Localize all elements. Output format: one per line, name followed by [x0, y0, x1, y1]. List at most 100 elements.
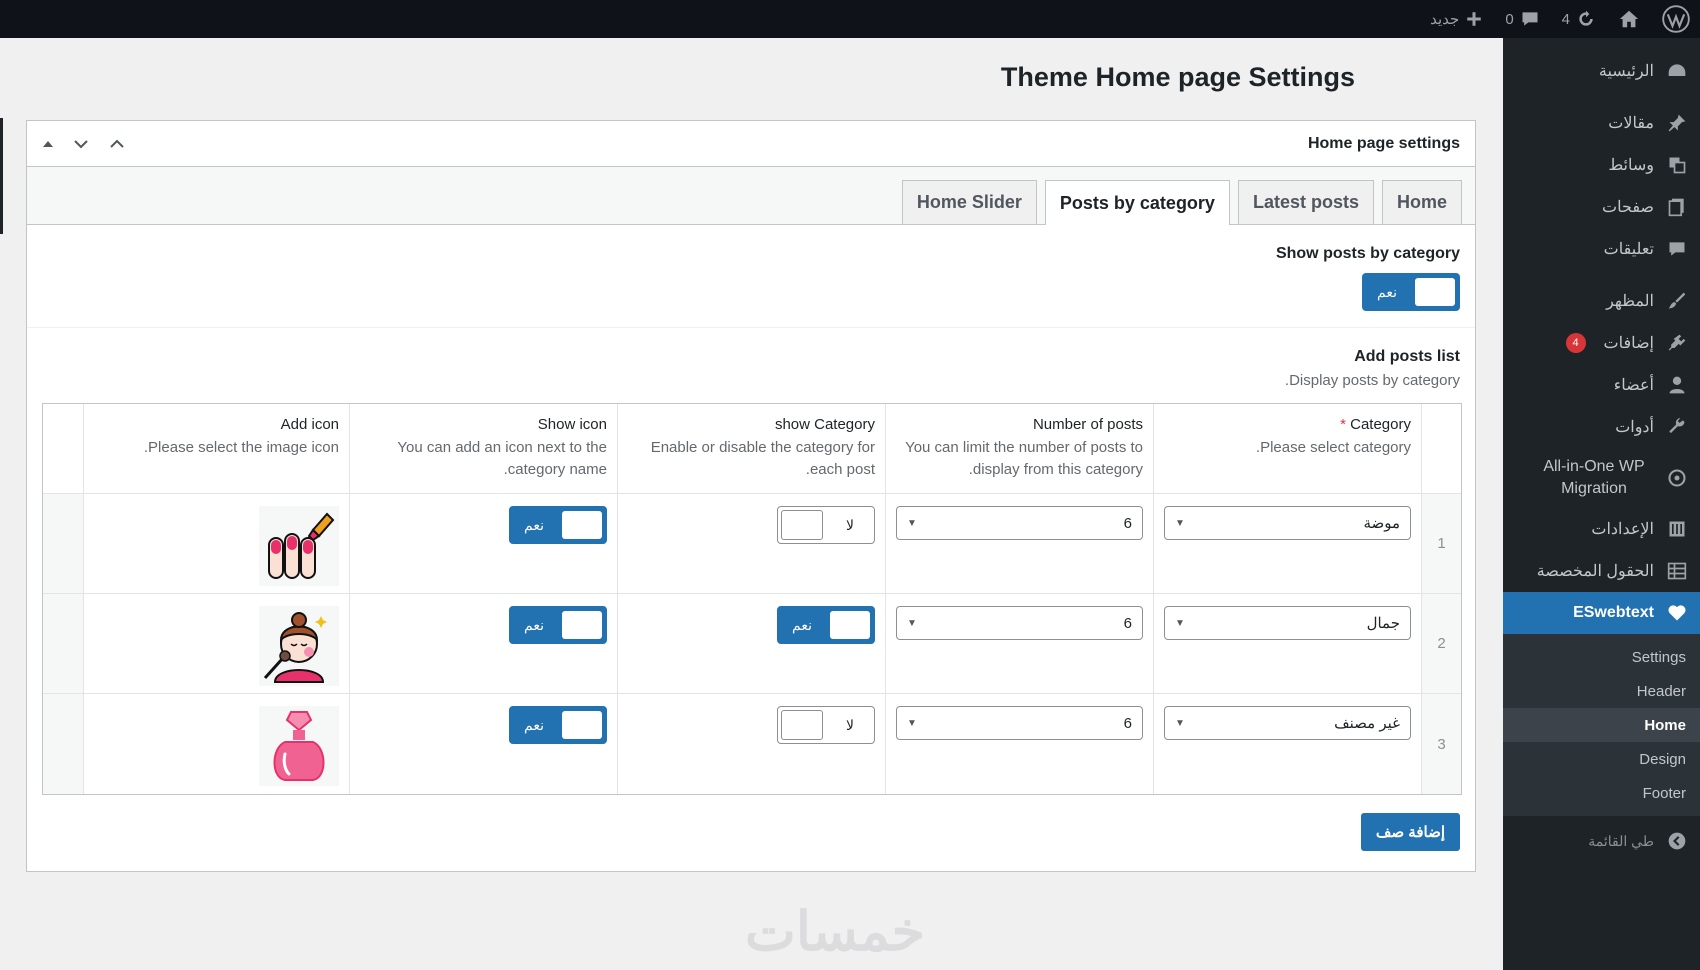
category-select[interactable]: غير مصنف ▼	[1164, 706, 1411, 740]
toggle-knob	[781, 710, 823, 740]
number-cell: 6 ▼	[885, 694, 1153, 794]
wordpress-logo-icon[interactable]	[1662, 5, 1690, 33]
row-number[interactable]: 2	[1421, 594, 1461, 693]
menu-users[interactable]: أعضاء	[1503, 364, 1700, 406]
updates-count: 4	[1561, 10, 1570, 28]
menu-plugins[interactable]: إضافات 4	[1503, 322, 1700, 364]
perfume-icon[interactable]	[259, 706, 339, 786]
submenu-settings[interactable]: Settings	[1503, 640, 1700, 674]
tab-home-slider[interactable]: Home Slider	[901, 180, 1037, 224]
header-add-icon-desc: Please select the image icon.	[143, 439, 339, 456]
table-row: 2 جمال ▼ 6 ▼ نعم نعم	[43, 594, 1461, 694]
row-actions-cell[interactable]	[43, 694, 83, 794]
plugins-icon	[1666, 332, 1688, 354]
category-cell: جمال ▼	[1153, 594, 1421, 693]
number-value: 6	[1123, 614, 1132, 632]
category-cell: موضة ▼	[1153, 494, 1421, 593]
number-select[interactable]: 6 ▼	[896, 706, 1143, 740]
heart-icon	[1666, 602, 1688, 624]
postbox-title: Home page settings	[1307, 134, 1460, 152]
category-select[interactable]: جمال ▼	[1164, 606, 1411, 640]
menu-appearance[interactable]: المظهر	[1503, 280, 1700, 322]
show-category-toggle[interactable]: نعم	[777, 606, 875, 644]
chevron-up-icon[interactable]	[108, 135, 126, 153]
comments-link[interactable]: 0	[1505, 9, 1539, 29]
show-category-cell: لا	[617, 694, 885, 794]
row-actions-cell[interactable]	[43, 594, 83, 693]
category-value: غير مصنف	[1334, 715, 1400, 732]
submenu-footer[interactable]: Footer	[1503, 776, 1700, 810]
toggle-on-label: نعم	[792, 616, 812, 633]
header-category-desc: Please select category.	[1255, 439, 1411, 456]
home-icon[interactable]	[1618, 8, 1640, 30]
updates-icon	[1579, 10, 1593, 26]
header-show-category-desc: Enable or disable the category for each …	[650, 439, 875, 478]
header-show-category-title: show Category	[774, 416, 875, 433]
show-icon-toggle[interactable]: نعم	[509, 706, 607, 744]
khamsat-watermark: خمسات	[745, 902, 926, 962]
menu-eswebtext[interactable]: ESwebtext	[1503, 592, 1700, 634]
category-select[interactable]: موضة ▼	[1164, 506, 1411, 540]
caret-down-icon: ▼	[1175, 717, 1185, 729]
triangle-up-icon[interactable]	[42, 138, 54, 150]
menu-media[interactable]: وسائط	[1503, 144, 1700, 186]
menu-label: أدوات	[1615, 419, 1654, 436]
number-select[interactable]: 6 ▼	[896, 506, 1143, 540]
menu-label: وسائط	[1608, 157, 1654, 174]
settings-tabs: Home Latest posts Posts by category Home…	[27, 167, 1475, 225]
tab-posts-by-category[interactable]: Posts by category	[1044, 180, 1230, 225]
toggle-off-label: لا	[846, 716, 854, 733]
row-number[interactable]: 1	[1421, 494, 1461, 593]
chevron-down-icon[interactable]	[72, 135, 90, 153]
nails-icon[interactable]	[259, 506, 339, 586]
header-show-icon-title: Show icon	[537, 416, 607, 433]
submenu-home[interactable]: Home	[1503, 708, 1700, 742]
menu-label: ESwebtext	[1573, 604, 1654, 621]
number-select[interactable]: 6 ▼	[896, 606, 1143, 640]
show-category-toggle[interactable]: لا	[777, 706, 875, 744]
show-category-toggle[interactable]: لا	[777, 506, 875, 544]
menu-label: الإعدادات	[1591, 521, 1654, 538]
menu-dashboard[interactable]: الرئيسية	[1503, 50, 1700, 92]
tools-icon	[1666, 416, 1688, 438]
collapse-menu[interactable]: طي القائمة	[1503, 820, 1700, 862]
header-actions-cell	[43, 404, 83, 493]
menu-pages[interactable]: صفحات	[1503, 186, 1700, 228]
tab-latest-posts[interactable]: Latest posts	[1237, 180, 1374, 224]
menu-label: مقالات	[1608, 115, 1654, 132]
header-number-desc: You can limit the number of posts to dis…	[905, 439, 1143, 478]
add-row-button[interactable]: إضافة صف	[1360, 813, 1460, 851]
toggle-knob	[562, 711, 602, 739]
row-number[interactable]: 3	[1421, 694, 1461, 794]
menu-posts[interactable]: مقالات	[1503, 102, 1700, 144]
show-icon-toggle[interactable]: نعم	[509, 506, 607, 544]
menu-comments[interactable]: تعليقات	[1503, 228, 1700, 270]
updates-link[interactable]: 4	[1562, 9, 1596, 29]
posts-repeater-table: Category * Please select category. Numbe…	[42, 403, 1462, 795]
show-posts-toggle[interactable]: نعم	[1362, 273, 1460, 311]
postbox-header: Home page settings	[27, 121, 1475, 167]
posts-list-field: Add posts list Display posts by category…	[27, 328, 1475, 389]
menu-settings[interactable]: الإعدادات	[1503, 508, 1700, 550]
collapse-label: طي القائمة	[1588, 832, 1654, 849]
media-icon	[1666, 154, 1688, 176]
number-cell: 6 ▼	[885, 494, 1153, 593]
header-number-of-posts: Number of posts You can limit the number…	[885, 404, 1153, 493]
menu-tools[interactable]: أدوات	[1503, 406, 1700, 448]
home-settings-postbox: Home page settings Home Latest posts Pos…	[26, 120, 1476, 872]
category-value: جمال	[1366, 615, 1400, 632]
menu-migration[interactable]: All-in-One WP Migration	[1503, 448, 1700, 508]
add-icon-cell	[83, 494, 349, 593]
toggle-on-label: نعم	[524, 516, 544, 533]
submenu-design[interactable]: Design	[1503, 742, 1700, 776]
show-icon-toggle[interactable]: نعم	[509, 606, 607, 644]
row-actions-cell[interactable]	[43, 494, 83, 593]
add-icon-cell	[83, 594, 349, 693]
tab-home[interactable]: Home	[1381, 180, 1462, 224]
makeup-icon[interactable]	[259, 606, 339, 686]
menu-custom-fields[interactable]: الحقول المخصصة	[1503, 550, 1700, 592]
submenu-header[interactable]: Header	[1503, 674, 1700, 708]
header-show-icon: Show icon You can add an icon next to th…	[349, 404, 617, 493]
category-cell: غير مصنف ▼	[1153, 694, 1421, 794]
new-content-link[interactable]: جديد	[1430, 10, 1483, 28]
